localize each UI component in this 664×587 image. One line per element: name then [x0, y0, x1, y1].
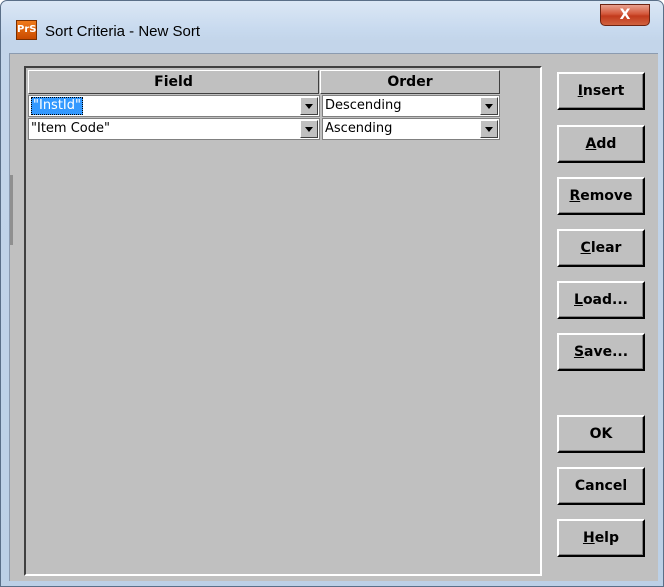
title-bar[interactable]: PrS Sort Criteria - New Sort X: [1, 1, 663, 53]
remove-button[interactable]: Remove: [557, 177, 645, 215]
ok-button[interactable]: OK: [557, 415, 645, 453]
field-combo-row-2[interactable]: "Item Code": [28, 118, 320, 140]
sort-criteria-window: PrS Sort Criteria - New Sort X Field Ord…: [0, 0, 664, 587]
chevron-down-icon[interactable]: [480, 97, 498, 115]
column-header-field[interactable]: Field: [28, 70, 319, 94]
window-edge-notch: [10, 175, 13, 245]
app-icon: PrS: [16, 20, 37, 40]
add-button[interactable]: Add: [557, 125, 645, 163]
order-combo-row-2[interactable]: Ascending: [322, 118, 500, 140]
cancel-button[interactable]: Cancel: [557, 467, 645, 505]
order-value: Descending: [325, 98, 402, 113]
load-button[interactable]: Load...: [557, 281, 645, 319]
column-header-order[interactable]: Order: [320, 70, 500, 94]
insert-button[interactable]: Insert: [557, 72, 645, 110]
clear-button[interactable]: Clear: [557, 229, 645, 267]
help-button[interactable]: Help: [557, 519, 645, 557]
save-button[interactable]: Save...: [557, 333, 645, 371]
field-value: "InstId": [31, 97, 83, 115]
close-button[interactable]: X: [600, 4, 650, 26]
chevron-down-icon[interactable]: [480, 120, 498, 138]
sort-grid: Field Order "InstId" Descending "Item Co…: [24, 66, 542, 576]
field-combo-row-1[interactable]: "InstId": [28, 95, 320, 117]
chevron-down-icon[interactable]: [300, 120, 318, 138]
window-title: Sort Criteria - New Sort: [45, 23, 201, 40]
dialog-client-area: Field Order "InstId" Descending "Item Co…: [9, 53, 658, 581]
order-value: Ascending: [325, 121, 393, 136]
field-value: "Item Code": [31, 121, 110, 136]
order-combo-row-1[interactable]: Descending: [322, 95, 500, 117]
chevron-down-icon[interactable]: [300, 97, 318, 115]
